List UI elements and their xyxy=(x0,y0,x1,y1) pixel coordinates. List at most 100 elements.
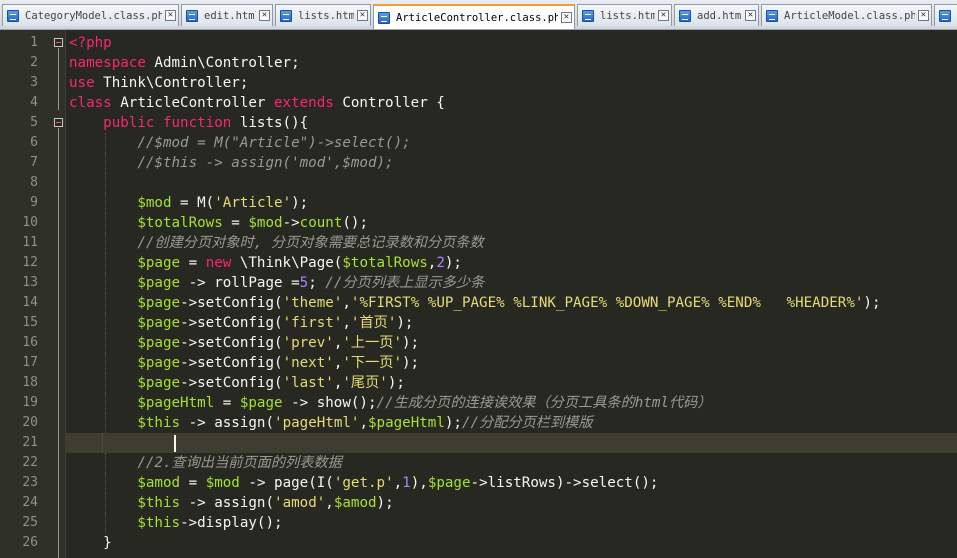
code-token: //$mod = M("Article")->select(); xyxy=(137,135,411,151)
code-token: use xyxy=(69,75,95,91)
code-token: 'amod' xyxy=(274,495,326,511)
line-number: 2 xyxy=(30,55,38,70)
tab-0[interactable]: CategoryModel.class.php ✕ xyxy=(2,4,179,26)
php-file-icon xyxy=(378,11,390,24)
tab-4[interactable]: lists.html✕ xyxy=(577,4,672,26)
code-token: //分页列表上显示多少条 xyxy=(325,275,485,291)
close-icon[interactable]: ✕ xyxy=(165,10,176,21)
code-token: ); xyxy=(402,335,420,351)
tab-bar: CategoryModel.class.php ✕ edit.html ✕ lists.… xyxy=(0,0,957,30)
code-token: $page xyxy=(239,395,283,411)
code-token: $page xyxy=(137,355,181,371)
fold-toggle-icon[interactable] xyxy=(54,118,63,127)
close-icon[interactable]: ✕ xyxy=(357,10,368,21)
indent-guide xyxy=(104,193,106,213)
code-token: ); xyxy=(402,355,420,371)
text-caret xyxy=(174,435,177,452)
code-token: $page xyxy=(427,475,471,491)
line-number: 24 xyxy=(22,495,38,510)
code-token: $pageHtml xyxy=(368,415,445,431)
line-number: 22 xyxy=(22,455,38,470)
code-token: -> assign( xyxy=(180,415,275,431)
line-number: 1 xyxy=(30,35,38,50)
tab-5[interactable]: add.html✕ xyxy=(674,4,759,26)
code-token: public xyxy=(103,115,155,131)
close-icon[interactable]: ✕ xyxy=(658,10,669,21)
tab-2[interactable]: lists.html✕ xyxy=(275,4,371,26)
code-token: '首页' xyxy=(350,315,397,331)
code-token: $pageHtml xyxy=(137,395,215,411)
indent-guide xyxy=(104,413,106,433)
line-number: 4 xyxy=(30,95,38,110)
code-token: function xyxy=(162,115,232,131)
gutter: 1 2 3 4 5 6 7 8 9 10 11 12 13 14 15 16 17 18 19 20 21 22 23 24 2… xyxy=(0,30,66,558)
code-line: $this -> assign('amod',$amod); xyxy=(69,493,957,513)
line-number: 11 xyxy=(22,235,38,250)
code-token: } xyxy=(69,535,112,551)
code-editor[interactable]: 1 2 3 4 5 6 7 8 9 10 11 12 13 14 15 16 17 18 19 20 21 22 23 24 2… xyxy=(0,30,957,558)
code-token: = xyxy=(214,395,240,411)
code-token: //创建分页对象时, 分页对象需要总记录数和分页条数 xyxy=(137,235,484,251)
code-token: namespace xyxy=(69,55,146,71)
code-line xyxy=(69,173,957,193)
code-token: $mod xyxy=(205,475,240,491)
close-icon[interactable]: ✕ xyxy=(561,12,572,23)
indent-guide xyxy=(104,353,106,373)
line-number: 7 xyxy=(30,155,38,170)
line-number: 9 xyxy=(30,195,38,210)
code-line: //创建分页对象时, 分页对象需要总记录数和分页条数 xyxy=(69,233,957,253)
code-token: <?php xyxy=(69,35,112,51)
code-token: $page xyxy=(137,335,181,351)
line-number: 19 xyxy=(22,395,38,410)
tab-1[interactable]: edit.html ✕ xyxy=(181,4,273,26)
indent-guide xyxy=(104,273,106,293)
code-token: 'get.p' xyxy=(333,475,394,491)
close-icon[interactable]: ✕ xyxy=(745,10,756,21)
code-token: $totalRows xyxy=(137,215,223,231)
indent-guide xyxy=(104,233,106,253)
tab-label: lists.html xyxy=(600,9,655,22)
code-line: use Think\Controller; xyxy=(69,73,957,93)
code-line: $page->setConfig('prev','上一页'); xyxy=(69,333,957,353)
tab-3[interactable]: ArticleController.class.php ✕ xyxy=(373,4,575,29)
code-token: '下一页' xyxy=(342,355,403,371)
code-line: } xyxy=(69,533,957,553)
code-token: ->setConfig( xyxy=(180,375,283,391)
code-token: Admin\Controller; xyxy=(145,55,300,71)
tab-overflow[interactable] xyxy=(934,4,957,26)
tab-6[interactable]: ArticleModel.class.php ✕ xyxy=(761,4,932,26)
code-token: -> page(I( xyxy=(239,475,334,491)
line-number: 25 xyxy=(22,515,38,530)
code-token: ); xyxy=(387,375,405,391)
code-token: ->setConfig( xyxy=(180,315,283,331)
line-number: 18 xyxy=(22,375,38,390)
code-token: ), xyxy=(410,475,428,491)
close-icon[interactable]: ✕ xyxy=(259,10,270,21)
code-token: ; xyxy=(308,275,326,291)
fold-guide-line xyxy=(58,128,59,558)
close-icon[interactable]: ✕ xyxy=(918,10,929,21)
code-line: public function lists(){ xyxy=(69,113,957,133)
code-token: $mod xyxy=(137,195,172,211)
code-token: 'theme' xyxy=(282,295,343,311)
code-area[interactable]: <?php namespace Admin\Controller; use Thin… xyxy=(66,33,957,553)
code-token: 'first' xyxy=(282,315,343,331)
php-file-icon xyxy=(186,9,198,22)
line-number: 26 xyxy=(22,535,38,550)
code-token: $totalRows xyxy=(342,255,428,271)
code-token: extends xyxy=(274,95,334,111)
code-line: $page->setConfig('theme','%FIRST% %UP_PA… xyxy=(69,293,957,313)
line-number: 15 xyxy=(22,315,38,330)
fold-toggle-icon[interactable] xyxy=(54,38,63,47)
code-token: 'Article' xyxy=(214,195,292,211)
indent-guide xyxy=(104,333,106,353)
indent-guide xyxy=(104,253,106,273)
